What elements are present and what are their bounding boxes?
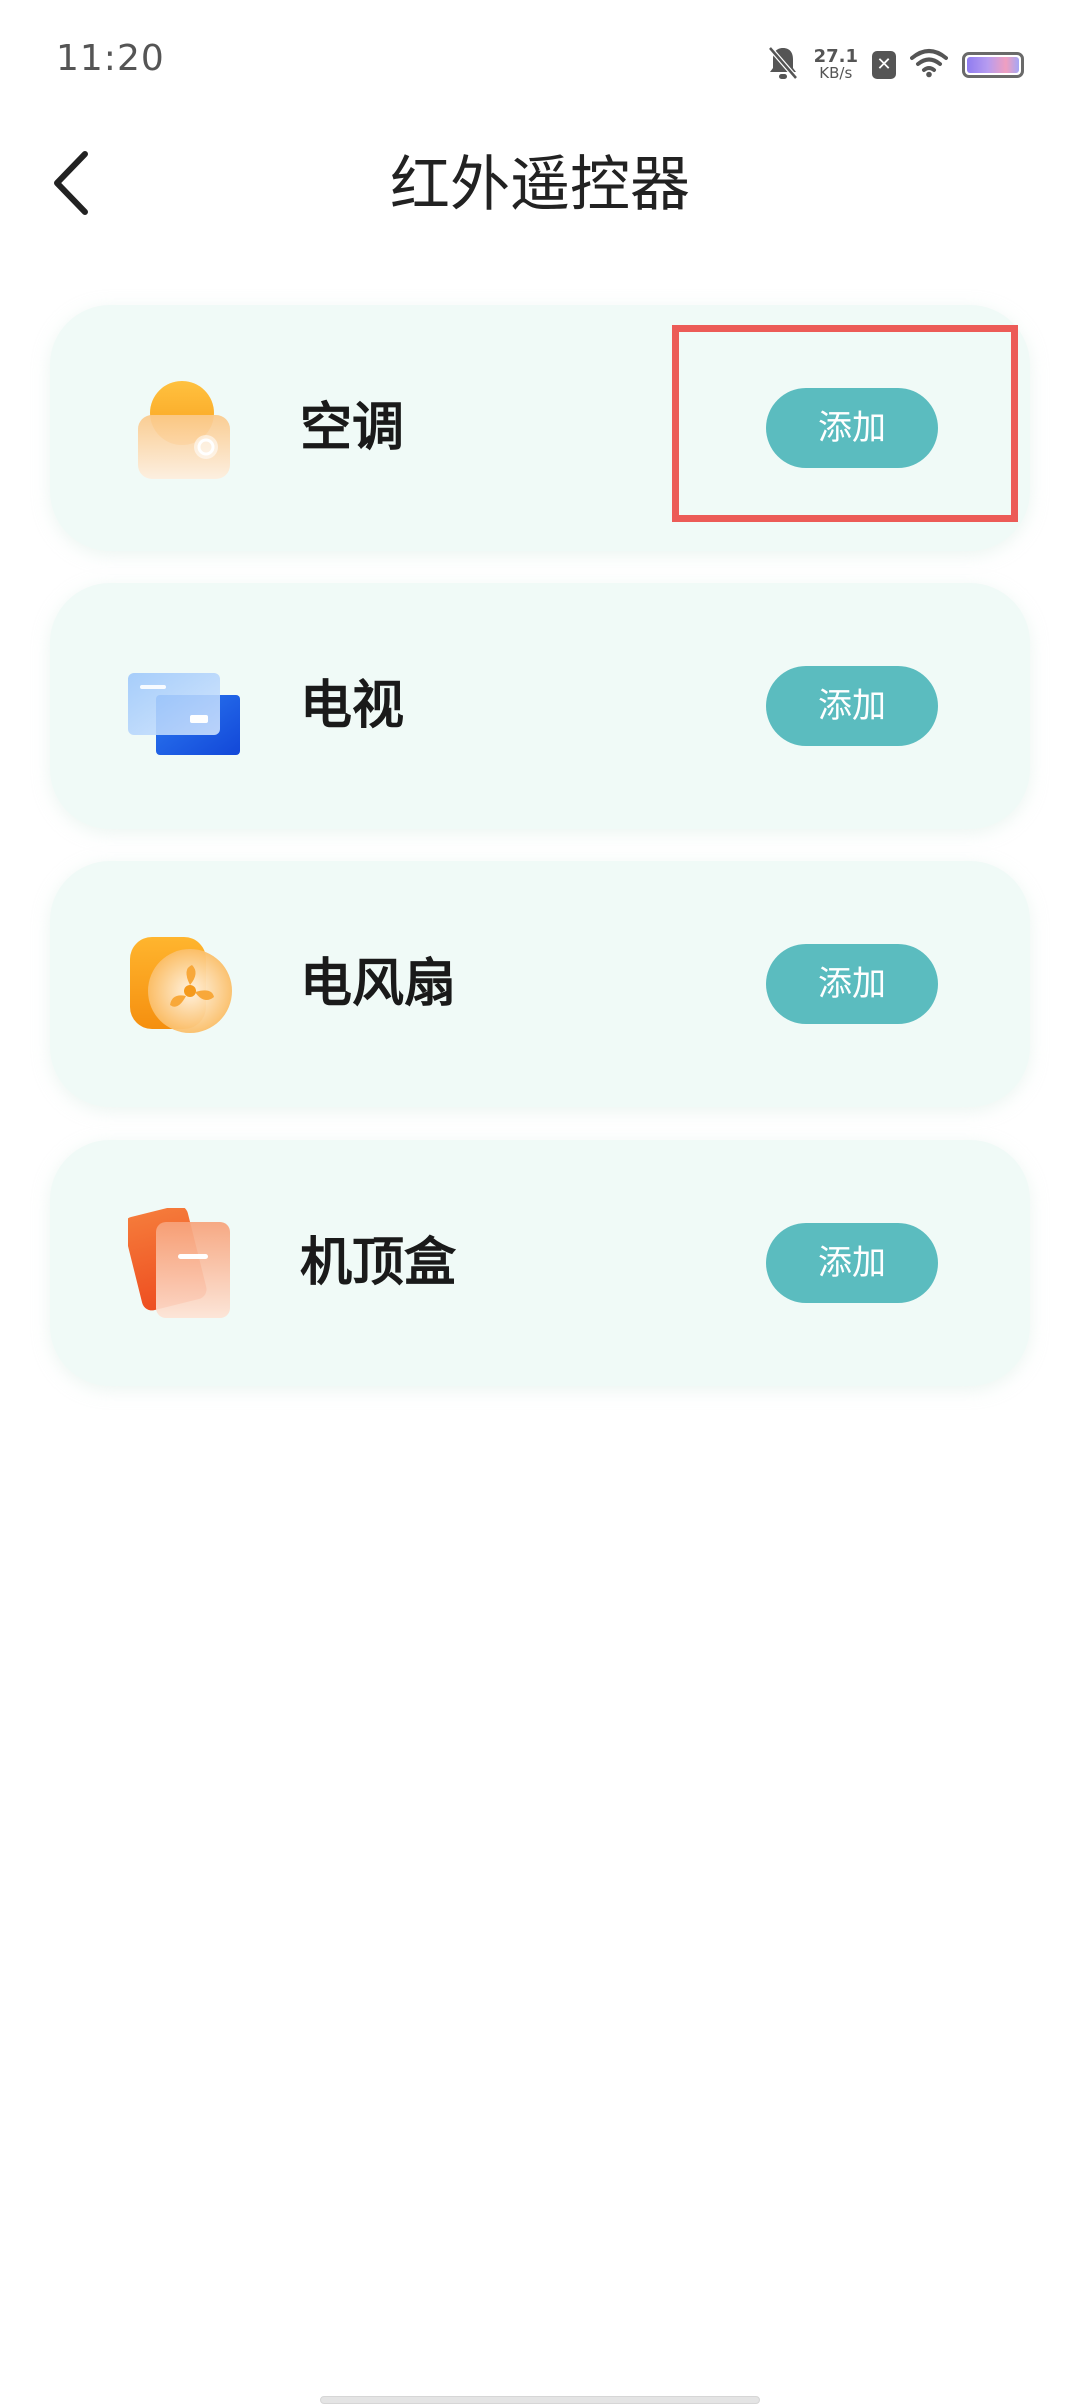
device-name: 空调 (300, 398, 405, 458)
add-set-top-box-button[interactable]: 添加 (766, 1223, 938, 1303)
status-icons: 27.1 KB/s ✕ (766, 40, 1024, 90)
bell-off-icon (766, 44, 800, 86)
add-tv-button[interactable]: 添加 (766, 666, 938, 746)
battery-icon (962, 52, 1024, 78)
network-speed-unit: KB/s (819, 64, 853, 82)
battery-level (967, 57, 1019, 73)
device-name: 机顶盒 (300, 1233, 457, 1293)
device-card-set-top-box: 机顶盒 添加 (50, 1140, 1030, 1386)
screen: 11:20 27.1 KB/s ✕ 红外遥控器 空调 添加 电视 添加 电风扇 … (0, 0, 1080, 2408)
fan-icon (128, 929, 240, 1041)
page-title: 红外遥控器 (390, 150, 690, 220)
status-bar: 11:20 27.1 KB/s ✕ (0, 0, 1080, 120)
device-card-air-conditioner: 空调 添加 (50, 305, 1030, 551)
device-card-fan: 电风扇 添加 (50, 861, 1030, 1107)
air-conditioner-icon (128, 373, 240, 485)
status-time: 11:20 (56, 38, 165, 79)
device-name: 电视 (300, 676, 405, 736)
network-speed-value: 27.1 (813, 46, 858, 67)
tv-icon (128, 651, 240, 763)
home-indicator[interactable] (320, 2396, 760, 2404)
network-speed: 27.1 KB/s (814, 48, 858, 82)
wifi-icon (910, 48, 948, 82)
set-top-box-icon (123, 1205, 240, 1320)
add-air-conditioner-button[interactable]: 添加 (766, 388, 938, 468)
device-name: 电风扇 (300, 954, 457, 1014)
device-card-tv: 电视 添加 (50, 583, 1030, 829)
add-fan-button[interactable]: 添加 (766, 944, 938, 1024)
sim-x-icon: ✕ (872, 51, 896, 79)
